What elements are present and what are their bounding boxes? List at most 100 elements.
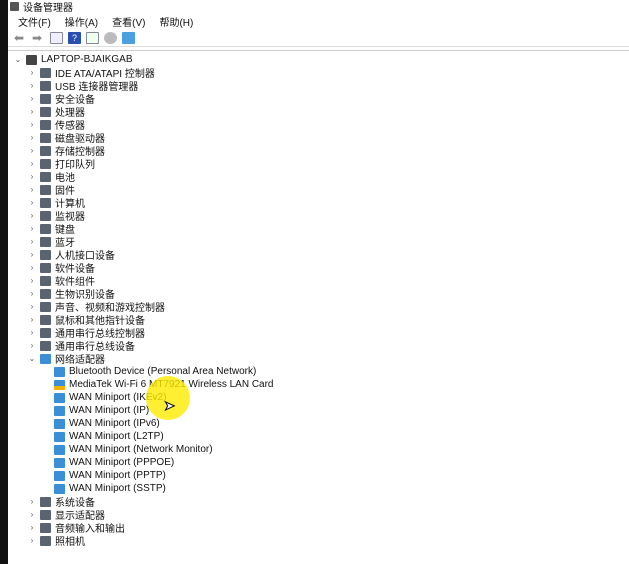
chevron-right-icon[interactable]: › [28, 289, 36, 298]
device-icon [54, 483, 65, 494]
device-item[interactable]: WAN Miniport (L2TP) [42, 430, 164, 443]
item-label: WAN Miniport (IP) [69, 405, 150, 416]
device-icon [40, 314, 51, 325]
chevron-right-icon[interactable]: › [28, 237, 36, 246]
device-icon [40, 197, 51, 208]
device-icon [40, 145, 51, 156]
device-icon [40, 353, 51, 364]
chevron-right-icon[interactable]: › [28, 81, 36, 90]
back-icon[interactable]: ⬅ [14, 32, 27, 44]
device-manager-icon [10, 1, 19, 11]
device-icon [40, 262, 51, 273]
item-label: WAN Miniport (PPPOE) [69, 457, 175, 468]
device-icon [40, 158, 51, 169]
item-label: Bluetooth Device (Personal Area Network) [69, 366, 257, 377]
chevron-right-icon[interactable]: › [28, 68, 36, 77]
item-label: WAN Miniport (PPTP) [69, 470, 166, 481]
device-icon [40, 106, 51, 117]
device-icon [40, 80, 51, 91]
device-icon [40, 522, 51, 533]
monitor-icon[interactable] [122, 32, 135, 44]
device-icon [40, 340, 51, 351]
device-item[interactable]: WAN Miniport (IP) [42, 404, 149, 417]
chevron-right-icon[interactable]: › [28, 94, 36, 103]
menu-file[interactable]: 文件(F) [18, 14, 51, 29]
chevron-right-icon[interactable]: › [28, 510, 36, 519]
chevron-right-icon[interactable]: › [28, 276, 36, 285]
chevron-right-icon[interactable]: › [28, 315, 36, 324]
chevron-right-icon[interactable]: › [28, 328, 36, 337]
device-tree: ⌄ LAPTOP-BJAIKGAB › IDE ATA/ATAPI 控制器 › USB 连… [8, 50, 629, 564]
device-icon [40, 132, 51, 143]
chevron-right-icon[interactable]: › [28, 107, 36, 116]
device-item[interactable]: WAN Miniport (PPTP) [42, 469, 166, 482]
item-label: WAN Miniport (SSTP) [69, 483, 166, 494]
device-icon [54, 392, 65, 403]
chevron-right-icon[interactable]: › [28, 224, 36, 233]
device-icon [40, 288, 51, 299]
menu-view[interactable]: 查看(V) [112, 14, 145, 29]
device-item[interactable]: WAN Miniport (PPPOE) [42, 456, 174, 469]
toolbar: ⬅ ➡ ? [8, 30, 629, 47]
chevron-right-icon[interactable]: › [28, 250, 36, 259]
category-item[interactable]: › 照相机 [28, 534, 85, 548]
chevron-right-icon[interactable]: › [28, 198, 36, 207]
properties-icon[interactable] [50, 32, 63, 44]
chevron-right-icon[interactable]: › [28, 263, 36, 272]
screen-edge [0, 0, 8, 564]
device-item[interactable]: Bluetooth Device (Personal Area Network) [42, 365, 256, 378]
device-item[interactable]: WAN Miniport (IPv6) [42, 417, 160, 430]
chevron-right-icon[interactable]: › [28, 120, 36, 129]
device-icon [40, 93, 51, 104]
device-icon [40, 509, 51, 520]
device-icon [40, 249, 51, 260]
chevron-right-icon[interactable]: › [28, 341, 36, 350]
chevron-right-icon[interactable]: › [28, 211, 36, 220]
device-icon [40, 119, 51, 130]
chevron-right-icon[interactable]: › [28, 146, 36, 155]
category-network-adapters[interactable]: ⌄ 网络适配器 [28, 352, 105, 366]
chevron-right-icon[interactable]: › [28, 185, 36, 194]
device-icon [40, 67, 51, 78]
item-label: 网络适配器 [55, 355, 105, 366]
help-icon[interactable]: ? [68, 32, 81, 44]
chevron-right-icon[interactable]: › [28, 497, 36, 506]
chevron-right-icon[interactable]: › [28, 302, 36, 311]
device-icon [40, 223, 51, 234]
menu-help[interactable]: 帮助(H) [159, 14, 193, 29]
device-icon [26, 54, 37, 65]
device-item[interactable]: WAN Miniport (Network Monitor) [42, 443, 213, 456]
device-icon [54, 366, 65, 377]
item-label: 照相机 [55, 537, 85, 548]
device-icon [40, 236, 51, 247]
device-icon [40, 210, 51, 221]
view-icon[interactable] [86, 32, 99, 44]
window-title: 设备管理器 [23, 2, 73, 14]
device-icon [40, 171, 51, 182]
forward-icon[interactable]: ➡ [32, 32, 45, 44]
device-icon [54, 418, 65, 429]
device-icon [40, 535, 51, 546]
device-icon [54, 405, 65, 416]
chevron-right-icon[interactable]: › [28, 523, 36, 532]
chevron-right-icon[interactable]: › [28, 172, 36, 181]
device-icon [40, 184, 51, 195]
chevron-right-icon[interactable]: › [28, 133, 36, 142]
item-label: LAPTOP-BJAIKGAB [41, 54, 133, 65]
item-label: WAN Miniport (L2TP) [69, 431, 164, 442]
chevron-down-icon[interactable]: ⌄ [28, 354, 36, 363]
chevron-down-icon[interactable]: ⌄ [14, 55, 22, 64]
device-icon [40, 301, 51, 312]
scan-hardware-icon[interactable] [104, 32, 117, 44]
device-icon [40, 275, 51, 286]
menu-action[interactable]: 操作(A) [65, 14, 98, 29]
device-icon [54, 470, 65, 481]
menu-bar: 文件(F) 操作(A) 查看(V) 帮助(H) [8, 13, 193, 29]
title-bar: 设备管理器 [10, 0, 73, 14]
chevron-right-icon[interactable]: › [28, 159, 36, 168]
mouse-pointer-icon: ➤ [164, 398, 176, 414]
device-icon [40, 327, 51, 338]
device-icon [54, 431, 65, 442]
device-icon [54, 444, 65, 455]
chevron-right-icon[interactable]: › [28, 536, 36, 545]
